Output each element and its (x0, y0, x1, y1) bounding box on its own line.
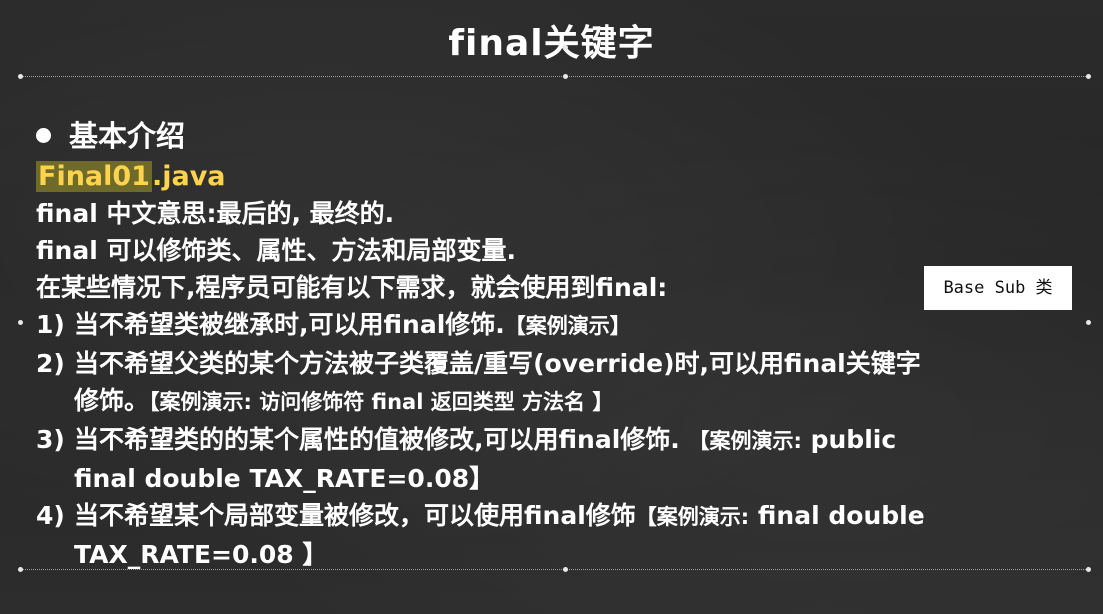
list-item-3: 3) 当不希望类的的某个属性的值被修改,可以用final修饰. 【案例演示: pu… (36, 421, 1091, 460)
list-item-note: 【案例演示: 访问修饰符 final 返回类型 方法名 】 (149, 390, 614, 414)
section-heading-text: 基本介绍 (69, 119, 186, 153)
list-item-number: 2) (36, 349, 65, 378)
file-name: Final01.java (36, 158, 1091, 195)
resize-handle[interactable] (18, 74, 23, 79)
list-item-note: 【案例演示】 (504, 314, 631, 338)
rotate-handle[interactable] (563, 45, 568, 50)
file-name-base: Final01 (36, 161, 152, 192)
file-name-ext: .java (151, 161, 226, 192)
resize-handle[interactable] (18, 567, 23, 572)
list-item-note: 【案例演示: (635, 505, 750, 529)
list-item-2: 2) 当不希望父类的某个方法被子类覆盖/重写(override)时,可以用fina… (36, 345, 1091, 382)
list-item-note-tail: final double (757, 501, 925, 530)
list-item-text: 当不希望父类的某个方法被子类覆盖/重写(override)时,可以用final关… (74, 349, 921, 378)
list-item-3-continued: final double TAX_RATE=0.08】 (74, 464, 495, 493)
list-item-text: 当不希望某个局部变量被修改，可以使用final修饰 (74, 501, 636, 530)
base-sub-label-box[interactable]: Base Sub 类 (924, 266, 1072, 310)
list-item-2-continued: 修饰。【案例演示: 访问修饰符 final 返回类型 方法名 】 (36, 382, 1091, 421)
list-item-4: 4) 当不希望某个局部变量被修改，可以使用final修饰【案例演示: final … (36, 497, 1091, 536)
resize-handle[interactable] (563, 74, 568, 79)
list-item-1: 1) 当不希望类被继承时,可以用final修饰.【案例演示】 (36, 306, 1091, 345)
resize-handle[interactable] (18, 320, 23, 325)
list-item-number: 4) (36, 501, 65, 530)
list-item-text-continued: 修饰。 (74, 386, 150, 415)
slide-body[interactable]: 基本介绍 Final01.java final 中文意思:最后的, 最终的. f… (36, 114, 1091, 573)
list-item-text: 当不希望类的的某个属性的值被修改,可以用final修饰. (74, 425, 680, 454)
section-heading: 基本介绍 (36, 114, 1091, 158)
intro-line-2: final 可以修饰类、属性、方法和局部变量. (36, 236, 516, 265)
slide-title: final关键字 (448, 23, 655, 64)
intro-line-1: final 中文意思:最后的, 最终的. (36, 199, 395, 228)
list-item-note-tail: public (810, 425, 897, 454)
bullet-dot-icon (36, 128, 51, 143)
text-box-border-top (18, 76, 1088, 77)
resize-handle[interactable] (1086, 74, 1091, 79)
list-item-number: 1) (36, 310, 65, 339)
list-item-4-continued: TAX_RATE=0.08 】 (74, 540, 328, 569)
list-item-number: 3) (36, 425, 65, 454)
list-item-note: 【案例演示: (688, 429, 802, 453)
list-item-text: 当不希望类被继承时,可以用final修饰. (74, 310, 505, 339)
